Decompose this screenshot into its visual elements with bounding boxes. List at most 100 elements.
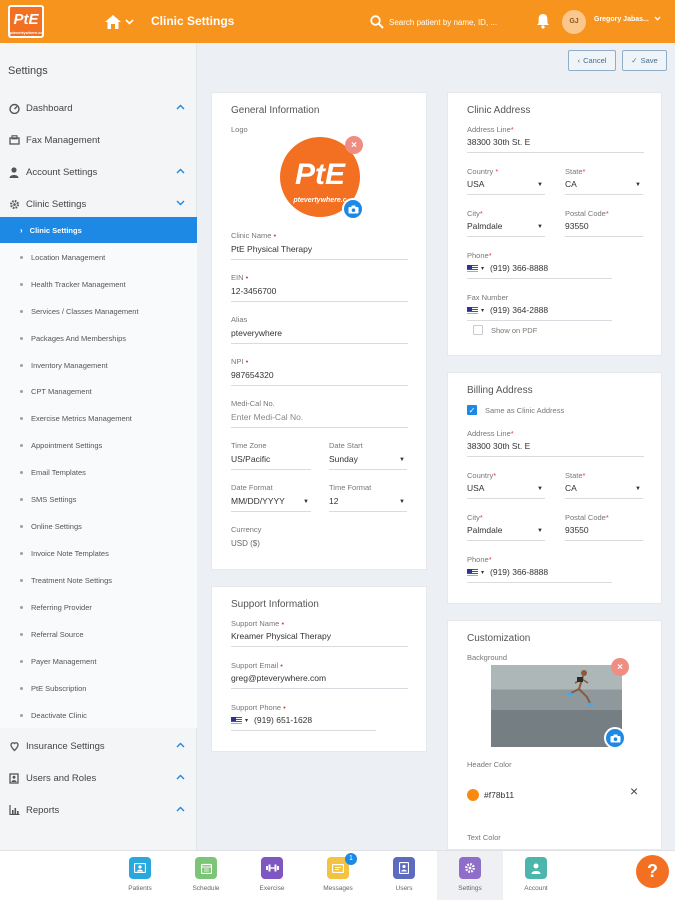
subitem-invoice-note-templates[interactable]: Invoice Note Templates (0, 540, 197, 566)
medical-field[interactable]: Enter Medi-Cal No. (231, 411, 408, 428)
header-color-value: #f78b11 (484, 789, 515, 800)
subitem-services-classes-management[interactable]: Services / Classes Management (0, 298, 197, 324)
header-color-field[interactable]: #f78b11 (467, 787, 641, 802)
subitem-cpt-management[interactable]: CPT Management (0, 378, 197, 404)
logo-text: PtE (13, 11, 39, 28)
sidebar-item-fax-management[interactable]: Fax Management (0, 128, 197, 152)
subitem-referral-source[interactable]: Referral Source (0, 621, 197, 647)
nav-account[interactable]: Account (503, 851, 569, 900)
bullet-icon (20, 686, 23, 690)
color-swatch (467, 788, 479, 801)
search-input[interactable] (389, 17, 519, 27)
home-menu-button[interactable] (104, 12, 134, 32)
remove-logo-button[interactable]: × (345, 136, 363, 154)
nav-schedule[interactable]: Schedule (173, 851, 239, 900)
sidebar-item-clinic-settings[interactable]: Clinic Settings (0, 192, 197, 216)
user-menu[interactable]: Gregory Jabas... (594, 16, 661, 23)
subitem-inventory-management[interactable]: Inventory Management (0, 352, 197, 378)
subitem-pte-subscription[interactable]: PtE Subscription (0, 675, 197, 701)
avatar[interactable]: GJ (562, 10, 586, 34)
npi-field[interactable]: 987654320 (231, 369, 408, 386)
fax-field[interactable]: ▾ (919) 364-2888 (467, 304, 612, 321)
cancel-label: Cancel (583, 56, 607, 65)
subitem-deactivate-clinic[interactable]: Deactivate Clinic (0, 702, 197, 728)
show-on-pdf-label: Show on PDF (491, 326, 538, 335)
subitem-appointment-settings[interactable]: Appointment Settings (0, 432, 197, 458)
billing-state-select[interactable]: CA ▼ (565, 482, 643, 499)
sidebar-item-insurance-settings[interactable]: Insurance Settings (0, 734, 197, 758)
dropdown-arrow-icon: ▼ (537, 528, 543, 534)
billing-address-field[interactable]: 38300 30th St. E (467, 440, 644, 457)
label-text: Address Line (467, 125, 511, 134)
logo-label: Logo (231, 125, 248, 134)
state-select[interactable]: CA ▼ (565, 178, 643, 195)
subitem-treatment-note-settings[interactable]: Treatment Note Settings (0, 567, 197, 593)
subitem-packages-memberships[interactable]: Packages And Memberships (0, 325, 197, 351)
country-select[interactable]: USA ▼ (467, 178, 545, 195)
upload-logo-button[interactable] (342, 198, 364, 220)
runner-image (567, 670, 594, 706)
billing-state-label: State* (565, 471, 585, 480)
remove-background-button[interactable]: × (611, 658, 629, 676)
settings-icon (459, 857, 481, 879)
nav-users[interactable]: Users (371, 851, 437, 900)
city-select[interactable]: Palmdale ▼ (467, 220, 545, 237)
billing-address-label: Address Line* (467, 429, 514, 438)
billing-country-select[interactable]: USA ▼ (467, 482, 545, 499)
subitem-clinic-settings[interactable]: › Clinic Settings (0, 217, 197, 243)
ein-field[interactable]: 12-3456700 (231, 285, 408, 302)
nav-settings[interactable]: Settings (437, 851, 503, 900)
user-icon (8, 166, 20, 178)
timezone-select[interactable]: US/Pacific (231, 453, 311, 470)
show-on-pdf-checkbox[interactable] (473, 325, 483, 335)
sidebar-item-reports[interactable]: Reports (0, 798, 197, 822)
subitem-location-management[interactable]: Location Management (0, 244, 197, 270)
billing-postal-field[interactable]: 93550 (565, 524, 643, 541)
label-text: Phone (467, 251, 489, 260)
patient-search[interactable] (370, 13, 520, 31)
subitem-label: Email Templates (31, 467, 86, 477)
timeformat-select[interactable]: 12 ▼ (329, 495, 407, 512)
support-phone-field[interactable]: ▾ (919) 651-1628 (231, 714, 376, 731)
dropdown-arrow-icon: ▼ (537, 182, 543, 188)
pte-logo[interactable]: PtE ptevertywhere.com (8, 5, 44, 38)
subitem-online-settings[interactable]: Online Settings (0, 513, 197, 539)
address-field[interactable]: 38300 30th St. E (467, 136, 644, 153)
nav-patients[interactable]: Patients (107, 851, 173, 900)
postal-field[interactable]: 93550 (565, 220, 643, 237)
datestart-select[interactable]: Sunday ▼ (329, 453, 407, 470)
subitem-health-tracker-management[interactable]: Health Tracker Management (0, 271, 197, 297)
sidebar-item-dashboard[interactable]: Dashboard (0, 96, 197, 120)
cancel-button[interactable]: ‹ Cancel (568, 50, 616, 71)
bullet-icon (20, 255, 23, 259)
support-email-field[interactable]: greg@pteverywhere.com (231, 672, 408, 689)
chevron-up-icon (176, 806, 185, 812)
clear-color-button[interactable]: × (630, 783, 638, 799)
same-as-clinic-checkbox[interactable]: ✓ (467, 405, 477, 415)
alias-field[interactable]: pteverywhere (231, 327, 408, 344)
dateformat-select[interactable]: MM/DD/YYYY ▼ (231, 495, 311, 512)
nav-messages[interactable]: Messages 1 (305, 851, 371, 900)
billing-phone-field[interactable]: ▾ (919) 366-8888 (467, 566, 612, 583)
subitem-payer-management[interactable]: Payer Management (0, 648, 197, 674)
help-button[interactable]: ? (636, 855, 669, 888)
subitem-exercise-metrics-management[interactable]: Exercise Metrics Management (0, 405, 197, 431)
chevron-right-icon: › (20, 225, 23, 235)
save-button[interactable]: ✓ Save (622, 50, 667, 71)
subitem-sms-settings[interactable]: SMS Settings (0, 486, 197, 512)
billing-city-select[interactable]: Palmdale ▼ (467, 524, 545, 541)
phone-field[interactable]: ▾ (919) 366-8888 (467, 262, 612, 279)
nav-exercise[interactable]: Exercise (239, 851, 305, 900)
required-marker: • (280, 661, 283, 670)
notifications-button[interactable] (536, 13, 550, 31)
clinic-name-field[interactable]: PtE Physical Therapy (231, 243, 408, 260)
sidebar-item-account-settings[interactable]: Account Settings (0, 160, 197, 184)
support-name-field[interactable]: Kreamer Physical Therapy (231, 630, 408, 647)
subitem-email-templates[interactable]: Email Templates (0, 459, 197, 485)
subitem-label: Health Tracker Management (31, 279, 126, 289)
upload-background-button[interactable] (604, 727, 626, 749)
sidebar-item-users-and-roles[interactable]: Users and Roles (0, 766, 197, 790)
subitem-referring-provider[interactable]: Referring Provider (0, 594, 197, 620)
bullet-icon (20, 282, 23, 286)
label-text: Support Phone (231, 703, 282, 712)
